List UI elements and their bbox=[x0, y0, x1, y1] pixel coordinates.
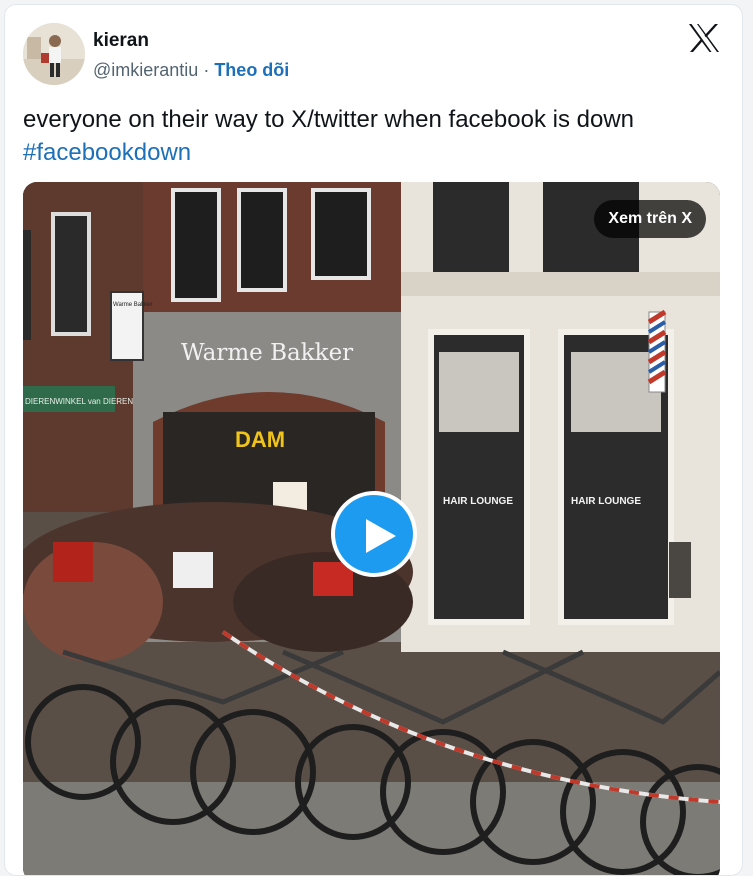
dam-sign: DAM bbox=[235, 427, 285, 452]
green-banner-sign: DIERENWINKEL van DIEREN bbox=[25, 397, 133, 406]
bakery-sign: Warme Bakker bbox=[181, 340, 353, 366]
play-icon bbox=[366, 519, 396, 553]
view-on-x-button[interactable]: Xem trên X bbox=[594, 200, 706, 238]
hair-lounge-left-sign: HAIR LOUNGE bbox=[443, 496, 513, 507]
tweet-card: kieran @imkierantiu · Theo dõi everyone … bbox=[4, 4, 743, 876]
user-handle[interactable]: @imkierantiu bbox=[93, 60, 198, 80]
tweet-body: everyone on their way to X/twitter when … bbox=[23, 106, 634, 133]
hashtag-link[interactable]: #facebookdown bbox=[23, 136, 733, 169]
tweet-text: everyone on their way to X/twitter when … bbox=[23, 103, 733, 169]
display-name[interactable]: kieran bbox=[93, 30, 149, 52]
handle-row: @imkierantiu · Theo dõi bbox=[93, 60, 289, 81]
hair-lounge-right-sign: HAIR LOUNGE bbox=[571, 496, 641, 507]
play-button[interactable] bbox=[331, 491, 417, 577]
separator-dot: · bbox=[198, 60, 215, 80]
follow-button[interactable]: Theo dõi bbox=[214, 60, 289, 80]
x-logo-icon[interactable] bbox=[688, 23, 720, 53]
small-bakery-sign: Warme Bakker bbox=[113, 302, 152, 308]
video-thumbnail[interactable]: DIERENWINKEL van DIEREN Warme Bakker War… bbox=[23, 182, 720, 875]
avatar[interactable] bbox=[23, 23, 85, 85]
